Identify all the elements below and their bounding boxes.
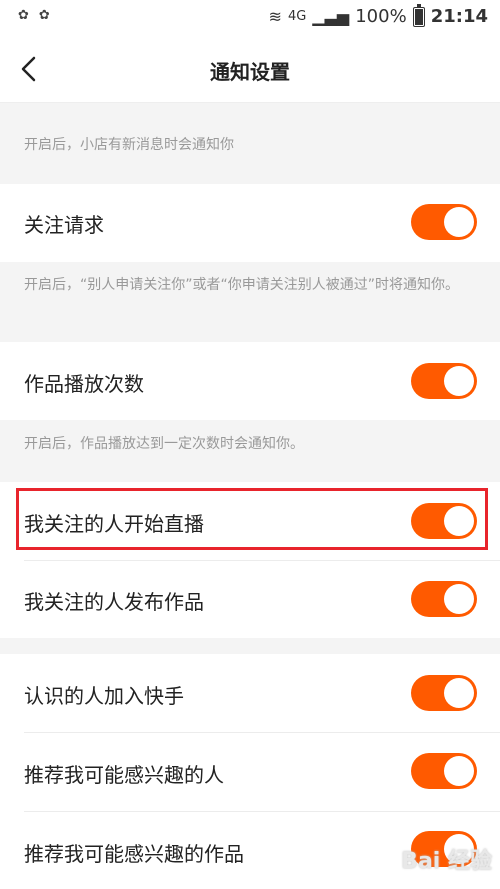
- status-icons: ≋ 4G ▁▃▅ 100% 21:14: [268, 3, 488, 27]
- header: 通知设置: [0, 36, 500, 103]
- status-bar: ✿✿ ≋ 4G ▁▃▅ 100% 21:14: [0, 0, 500, 36]
- setting-row-live-start: 我关注的人开始直播: [0, 482, 500, 560]
- watermark: Bai 经验: [401, 849, 492, 874]
- follow-note-text: 开启后，“别人申请关注你”或者“你申请关注别人被通过”时将通知你。: [24, 277, 460, 293]
- setting-row-play-count: 作品播放次数: [0, 342, 500, 420]
- recommend-people-toggle[interactable]: [411, 753, 477, 789]
- setting-row-recommend-people: 推荐我可能感兴趣的人: [0, 733, 500, 811]
- battery-icon: [412, 3, 425, 27]
- setting-row-follow-request: 关注请求: [0, 184, 500, 262]
- play-count-toggle[interactable]: [411, 363, 477, 399]
- network-label: 4G: [287, 9, 307, 24]
- setting-label: 我关注的人开始直播: [24, 512, 204, 536]
- setting-label: 我关注的人发布作品: [24, 590, 204, 614]
- setting-row-friend-joined: 认识的人加入快手: [0, 654, 500, 732]
- setting-label: 关注请求: [24, 213, 104, 237]
- live-start-toggle[interactable]: [411, 503, 477, 539]
- section-gap: [0, 103, 500, 121]
- setting-label: 推荐我可能感兴趣的人: [24, 763, 224, 787]
- setting-row-new-work: 我关注的人发布作品: [0, 561, 500, 638]
- section-gap: [0, 638, 500, 654]
- toggle-knob: [444, 756, 474, 786]
- wifi-icon: ≋: [268, 7, 282, 26]
- toggle-knob: [444, 584, 474, 614]
- shop-note: 开启后，小店有新消息时会通知你: [0, 121, 500, 184]
- battery-text: 100%: [355, 6, 407, 27]
- toggle-knob: [444, 207, 474, 237]
- follow-request-toggle[interactable]: [411, 204, 477, 240]
- signal-icon: ▁▃▅: [312, 7, 350, 26]
- setting-label: 作品播放次数: [24, 372, 144, 396]
- friend-joined-toggle[interactable]: [411, 675, 477, 711]
- toggle-knob: [444, 678, 474, 708]
- plays-note: 开启后，作品播放达到一定次数时会通知你。: [0, 420, 500, 482]
- page-title: 通知设置: [210, 60, 290, 84]
- setting-label: 推荐我可能感兴趣的作品: [24, 842, 244, 866]
- new-work-toggle[interactable]: [411, 581, 477, 617]
- plays-note-text: 开启后，作品播放达到一定次数时会通知你。: [24, 436, 304, 452]
- toggle-knob: [444, 506, 474, 536]
- clock: 21:14: [430, 6, 488, 27]
- shop-note-text: 开启后，小店有新消息时会通知你: [24, 137, 234, 153]
- setting-label: 认识的人加入快手: [24, 684, 184, 708]
- follow-note: 开启后，“别人申请关注你”或者“你申请关注别人被通过”时将通知你。: [0, 262, 500, 342]
- notification-icons: ✿✿: [18, 8, 60, 23]
- toggle-knob: [444, 366, 474, 396]
